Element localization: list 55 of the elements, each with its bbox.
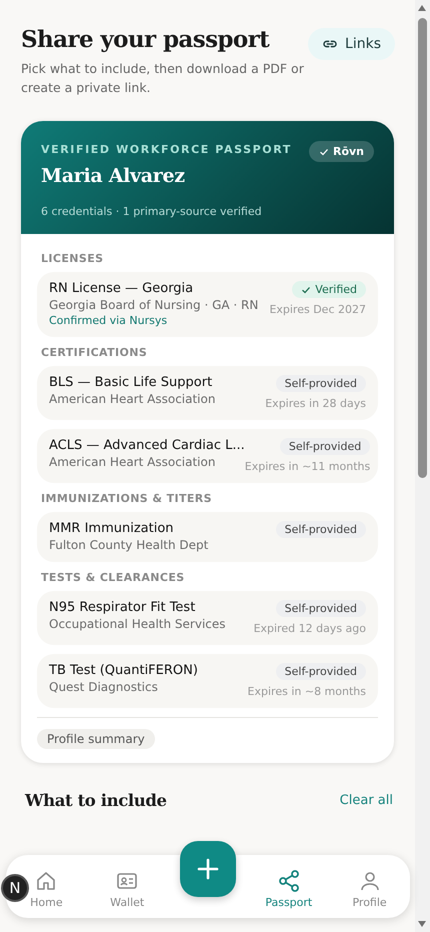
credential-summary: 6 credentials · 1 primary-source verified: [41, 205, 263, 218]
status-badge: Self-provided: [276, 663, 366, 680]
section-heading: TESTS & CLEARANCES: [41, 571, 186, 584]
expiry-date: Expired 12 days ago: [254, 622, 366, 635]
credential-issuer: Quest Diagnostics: [49, 680, 159, 694]
credential-card[interactable]: TB Test (QuantiFERON) Quest Diagnostics Self-provided Expires in ~8 months: [37, 654, 378, 708]
credential-issuer: Georgia Board of Nursing · GA · RN: [49, 298, 258, 312]
status-badge: Self-provided: [276, 521, 366, 538]
status-badge: Self-provided: [280, 438, 370, 455]
credential-name: MMR Immunization: [49, 521, 175, 536]
credential-issuer: American Heart Association: [49, 392, 216, 406]
nav-tab[interactable]: Wallet: [110, 868, 144, 908]
nav-tab[interactable]: Passport: [265, 868, 312, 908]
credential-card[interactable]: BLS — Basic Life Support American Heart Association Self-provided Expires in 28 days: [37, 366, 378, 420]
check-icon: [318, 146, 329, 156]
plus-icon: [196, 858, 219, 880]
expiry-date: Expires in ~8 months: [248, 685, 366, 698]
status-badge: Self-provided: [276, 375, 366, 392]
holder-name: Maria Alvarez: [41, 165, 186, 187]
credential-name: RN License — Georgia: [49, 281, 194, 296]
expiry-date: Expires in 28 days: [265, 397, 366, 410]
credential-card[interactable]: ACLS — Advanced Cardiac L... American Heart Association Self-provided Expires in ~11 months: [37, 429, 378, 483]
credential-name: N95 Respirator Fit Test: [49, 600, 196, 615]
section-title: What to include: [25, 791, 167, 810]
check-icon: [301, 284, 312, 294]
section-heading: LICENSES: [41, 252, 104, 265]
nav-tab[interactable]: Profile: [352, 868, 387, 908]
nav-tab[interactable]: Home: [30, 868, 63, 908]
status-label: Verified: [315, 283, 357, 296]
share-icon: [276, 868, 301, 892]
status-badge: Self-provided: [276, 600, 366, 617]
credential-issuer: Occupational Health Services: [49, 617, 226, 631]
page-title: Share your passport: [21, 26, 270, 53]
section-heading: CERTIFICATIONS: [41, 346, 148, 359]
links-button[interactable]: Links: [308, 28, 395, 60]
credential-issuer: American Heart Association: [49, 455, 216, 469]
credential-card[interactable]: RN License — Georgia Georgia Board of Nursing · GA · RN Confirmed via Nursys Verified Expires Dec 2027: [37, 272, 378, 337]
credential-card[interactable]: N95 Respirator Fit Test Occupational Health Services Self-provided Expired 12 days ago: [37, 591, 378, 645]
page-subtitle: Pick what to include, then download a PDF or create a private link.: [21, 60, 305, 97]
credential-name: ACLS — Advanced Cardiac L...: [49, 438, 245, 453]
clear-all-link[interactable]: Clear all: [340, 793, 393, 808]
scrollbar[interactable]: [415, 0, 430, 932]
expiry-date: Expires Dec 2027: [269, 303, 366, 316]
verification-note: Confirmed via Nursys: [49, 314, 168, 327]
brand-name: Rōvn: [332, 145, 364, 158]
credential-issuer: Fulton County Health Dept: [49, 538, 208, 552]
section-heading: IMMUNIZATIONS & TITERS: [41, 492, 213, 505]
credential-card[interactable]: MMR Immunization Fulton County Health Dept Self-provided: [37, 512, 378, 562]
credential-name: BLS — Basic Life Support: [49, 375, 214, 390]
passport-eyebrow: VERIFIED WORKFORCE PASSPORT: [41, 143, 292, 156]
add-button[interactable]: [180, 840, 236, 896]
extra-chip[interactable]: Profile summary: [37, 729, 155, 749]
credential-name: TB Test (QuantiFERON): [49, 663, 198, 678]
expiry-date: Expires in ~11 months: [244, 460, 370, 473]
dev-badge[interactable]: N: [1, 874, 29, 902]
